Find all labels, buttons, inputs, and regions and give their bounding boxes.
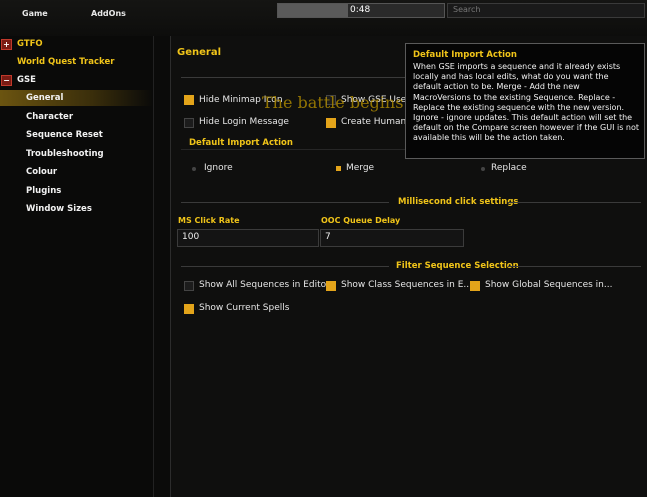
hide-login-label: Hide Login Message — [199, 117, 289, 127]
tree-item-label: GTFO — [17, 39, 43, 49]
ms-click-rate-input[interactable]: 100 — [177, 229, 319, 247]
show-class-sequences-checkbox[interactable] — [326, 281, 336, 291]
timer-text: 0:48 — [350, 5, 371, 15]
show-all-sequences-label: Show All Sequences in Editor — [199, 280, 330, 290]
tree-item-window-sizes[interactable]: Window Sizes — [0, 201, 153, 217]
tree-item-label: Character — [26, 112, 74, 122]
show-current-spells-checkbox[interactable] — [184, 304, 194, 314]
tree-item-gse[interactable]: − GSE — [0, 72, 153, 88]
divider — [181, 266, 389, 267]
hide-login-checkbox[interactable] — [184, 118, 194, 128]
collapse-icon[interactable]: − — [1, 75, 12, 86]
tree-item-label: GSE — [17, 75, 36, 85]
merge-label: Merge — [346, 163, 375, 173]
ooc-queue-delay-value: 7 — [325, 232, 331, 242]
tooltip-body: When GSE imports a sequence and it alrea… — [413, 62, 640, 143]
replace-label: Replace — [491, 163, 527, 173]
expand-icon[interactable]: + — [1, 39, 12, 50]
tree-item-label: Colour — [26, 167, 58, 177]
ooc-queue-delay-input[interactable]: 7 — [320, 229, 464, 247]
tooltip-default-import-action: Default Import Action When GSE imports a… — [405, 43, 645, 159]
replace-radio[interactable] — [481, 167, 485, 171]
tree-item-general[interactable]: General — [0, 90, 153, 106]
ms-click-rate-value: 100 — [182, 232, 200, 242]
ignore-radio[interactable] — [192, 167, 196, 171]
battle-timer-bar: 0:48 — [277, 3, 445, 18]
tree-item-label: World Quest Tracker — [17, 57, 115, 67]
tree-item-character[interactable]: Character — [0, 109, 153, 125]
show-global-sequences-checkbox[interactable] — [470, 281, 480, 291]
divider — [508, 266, 641, 267]
show-global-sequences-label: Show Global Sequences in... — [485, 280, 613, 290]
show-class-sequences-label: Show Class Sequences in E... — [341, 280, 472, 290]
ooc-queue-delay-label: OOC Queue Delay — [321, 216, 401, 225]
tree-item-label: Troubleshooting — [26, 149, 104, 159]
show-all-sequences-checkbox[interactable] — [184, 281, 194, 291]
tree-item-label: General — [26, 93, 64, 103]
show-current-spells-label: Show Current Spells — [199, 303, 290, 313]
tree-item-plugins[interactable]: Plugins — [0, 183, 153, 199]
tree-item-label: Sequence Reset — [26, 130, 103, 140]
millisecond-heading: Millisecond click settings — [398, 197, 519, 207]
divider — [181, 202, 389, 203]
default-import-heading: Default Import Action — [189, 138, 293, 148]
tree-item-troubleshooting[interactable]: Troubleshooting — [0, 146, 153, 162]
tree-item-label: Plugins — [26, 186, 62, 196]
options-tree: + GTFO World Quest Tracker − GSE General… — [0, 36, 154, 497]
search-input[interactable]: Search — [447, 3, 645, 18]
divider — [508, 202, 641, 203]
tree-item-colour[interactable]: Colour — [0, 164, 153, 180]
tab-game[interactable]: Game — [22, 9, 48, 18]
create-human-readable-checkbox[interactable] — [326, 118, 336, 128]
tree-item-sequence-reset[interactable]: Sequence Reset — [0, 127, 153, 143]
merge-radio[interactable] — [336, 166, 341, 171]
tree-item-label: Window Sizes — [26, 204, 92, 214]
tree-item-gtfo[interactable]: + GTFO — [0, 36, 153, 52]
panel-title: General — [177, 47, 221, 58]
ignore-label: Ignore — [204, 163, 233, 173]
tooltip-title: Default Import Action — [413, 50, 517, 60]
hide-minimap-checkbox[interactable] — [184, 95, 194, 105]
filter-heading: Filter Sequence Selection — [396, 261, 519, 271]
ms-click-rate-label: MS Click Rate — [178, 216, 240, 225]
search-placeholder: Search — [453, 5, 481, 14]
tab-addons[interactable]: AddOns — [91, 9, 126, 18]
timer-fill — [278, 4, 348, 17]
tree-item-world-quest-tracker[interactable]: World Quest Tracker — [0, 54, 153, 70]
